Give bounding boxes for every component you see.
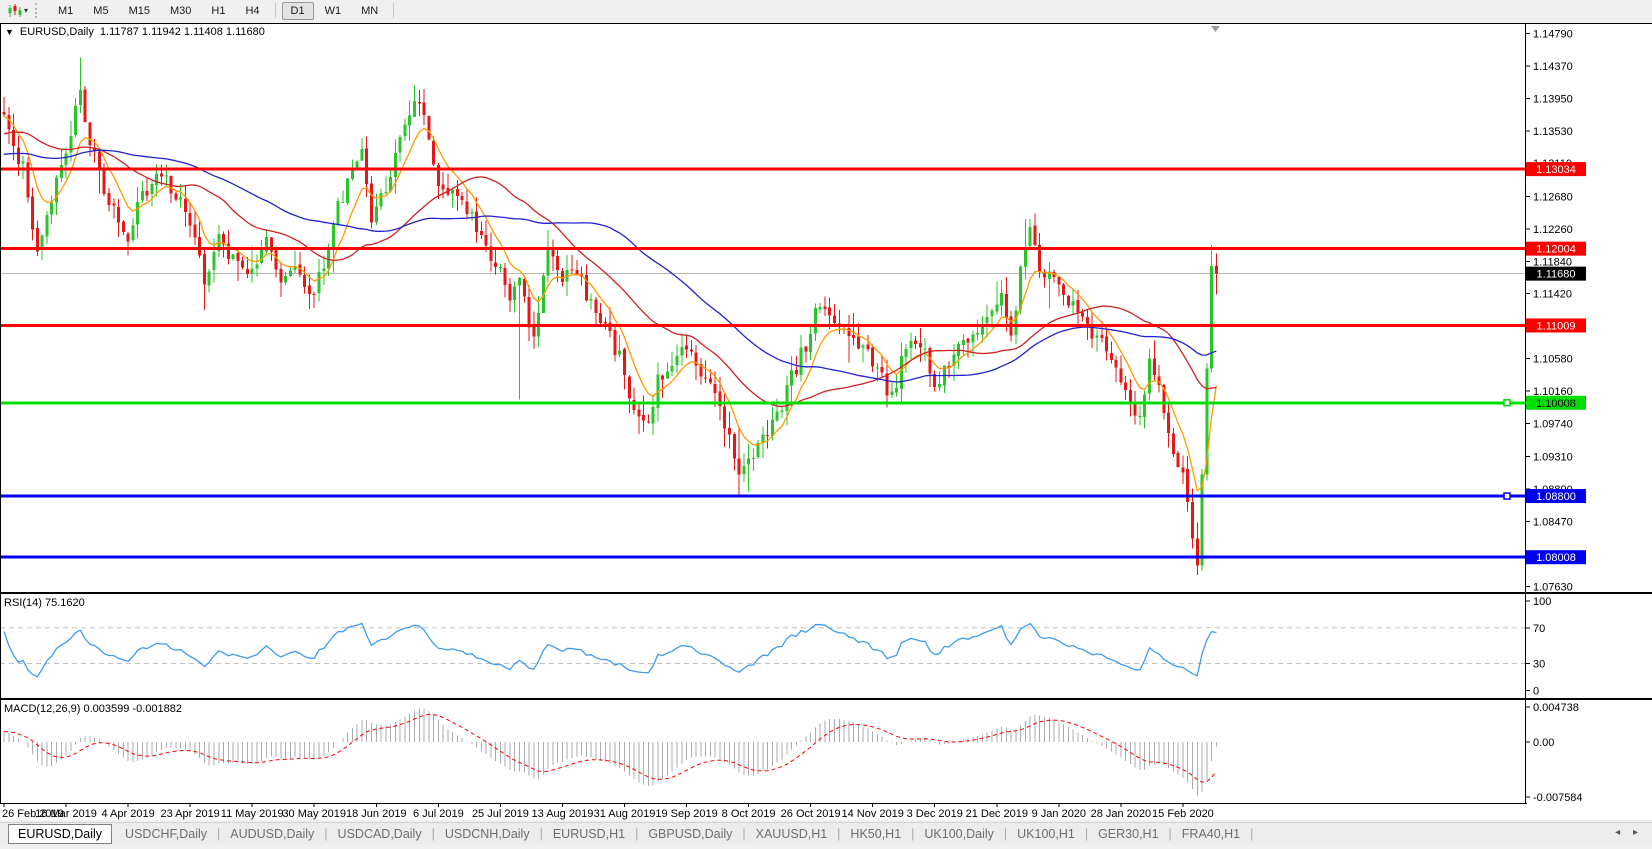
macd-tick-label: -0.007584 [1533, 792, 1583, 804]
rsi-tick-label: 0 [1533, 685, 1539, 697]
price-line-label-text: 1.10008 [1536, 398, 1576, 410]
timeframe-button-W1[interactable]: W1 [316, 2, 351, 20]
date-tick-label: 4 Apr 2019 [101, 808, 154, 820]
tab-scroll-arrows: ◂ ▸ [1605, 827, 1638, 838]
date-tick-label: 8 Oct 2019 [722, 808, 776, 820]
date-tick-label: 16 Mar 2019 [35, 808, 97, 820]
chart-tab-FRA40-H1[interactable]: FRA40,H1 [1173, 825, 1249, 843]
line-handle[interactable] [1504, 400, 1510, 406]
price-tick-label: 1.12680 [1533, 191, 1573, 203]
timeframe-button-M15[interactable]: M15 [120, 2, 159, 20]
date-tick-label: 9 Jan 2020 [1032, 808, 1086, 820]
chevron-down-icon[interactable]: ▾ [24, 6, 28, 15]
price-line-label-text: 1.12004 [1536, 244, 1576, 256]
collapse-triangle-icon[interactable]: ▼ [5, 27, 14, 37]
date-tick-label: 26 Oct 2019 [781, 808, 841, 820]
date-tick-label: 23 Apr 2019 [160, 808, 219, 820]
date-tick-label: 19 Sep 2019 [655, 808, 717, 820]
macd-indicator-label: MACD(12,26,9) 0.003599 -0.001882 [4, 703, 182, 715]
price-line-label-text: 1.13034 [1536, 164, 1576, 176]
macd-panel-divider[interactable] [0, 698, 1652, 700]
chart-symbol-label: EURUSD,Daily [20, 26, 94, 38]
chart-tab-HK50-H1[interactable]: HK50,H1 [841, 825, 910, 843]
timeframe-button-M5[interactable]: M5 [84, 2, 117, 20]
toolbar-drag-handle[interactable] [35, 3, 42, 18]
chart-tab-XAUUSD-H1[interactable]: XAUUSD,H1 [747, 825, 837, 843]
date-tick-label: 18 Jun 2019 [346, 808, 407, 820]
date-tick-label: 28 Jan 2020 [1091, 808, 1152, 820]
chart-tab-EURUSD-Daily[interactable]: EURUSD,Daily [8, 824, 112, 844]
timeframe-button-M1[interactable]: M1 [49, 2, 82, 20]
date-tick-label: 11 May 2019 [221, 808, 284, 820]
chart-type-button[interactable]: ▾ [4, 3, 31, 19]
candlestick-chart-icon [7, 4, 22, 18]
price-tick-label: 1.14370 [1533, 61, 1573, 73]
price-line-label-text: 1.11009 [1537, 320, 1576, 332]
date-tick-label: 15 Feb 2020 [1152, 808, 1214, 820]
rsi-tick-label: 30 [1533, 659, 1545, 671]
price-line-label-text: 1.08800 [1536, 491, 1576, 503]
chart-tab-EURUSD-H1[interactable]: EURUSD,H1 [544, 825, 634, 843]
price-tick-label: 1.13950 [1533, 93, 1573, 105]
current-price-label-text: 1.11680 [1537, 269, 1576, 281]
tab-scroll-right-icon[interactable]: ▸ [1633, 827, 1638, 838]
chart-background [0, 23, 1652, 820]
tab-scroll-left-icon[interactable]: ◂ [1615, 827, 1620, 838]
price-tick-label: 1.09740 [1533, 418, 1573, 430]
timeframe-button-MN[interactable]: MN [352, 2, 387, 20]
status-bar [0, 844, 1652, 849]
price-tick-label: 1.12260 [1533, 224, 1573, 236]
rsi-indicator-label: RSI(14) 75.1620 [4, 597, 85, 609]
timeframe-button-H1[interactable]: H1 [202, 2, 234, 20]
chart-ohlc-values: 1.11787 1.11942 1.11408 1.11680 [100, 26, 265, 38]
date-tick-label: 31 Aug 2019 [594, 808, 656, 820]
price-tick-label: 1.08470 [1533, 517, 1573, 529]
rsi-tick-label: 100 [1533, 596, 1551, 608]
chart-tab-USDCNH-Daily[interactable]: USDCNH,Daily [436, 825, 539, 843]
chart-tab-GBPUSD-Daily[interactable]: GBPUSD,Daily [639, 825, 741, 843]
line-handle[interactable] [1504, 493, 1510, 499]
price-tick-label: 1.13530 [1533, 126, 1573, 138]
price-line-label-text: 1.08008 [1536, 552, 1576, 564]
price-tick-label: 1.11420 [1533, 289, 1572, 301]
price-tick-label: 1.11840 [1533, 256, 1572, 268]
price-tick-label: 1.09310 [1533, 452, 1573, 464]
chart-tab-GER30-H1[interactable]: GER30,H1 [1089, 825, 1167, 843]
date-tick-label: 3 Dec 2019 [907, 808, 963, 820]
chart-tab-UK100-Daily[interactable]: UK100,Daily [915, 825, 1002, 843]
timeframe-button-D1[interactable]: D1 [282, 2, 314, 20]
chart-canvas[interactable]: 1.147901.143701.139501.135301.131101.126… [0, 0, 1652, 822]
macd-tick-label: 0.00 [1533, 737, 1554, 749]
timeframe-button-H4[interactable]: H4 [236, 2, 268, 20]
price-tick-label: 1.07630 [1533, 581, 1573, 593]
price-tick-label: 1.10580 [1533, 354, 1573, 366]
date-tick-label: 30 May 2019 [282, 808, 346, 820]
chart-tab-AUDUSD-Daily[interactable]: AUDUSD,Daily [221, 825, 323, 843]
chart-tab-USDCHF-Daily[interactable]: USDCHF,Daily [116, 825, 216, 843]
tab-divider: | [1249, 827, 1254, 841]
chart-tabs-bar: EURUSD,DailyUSDCHF,Daily|AUDUSD,Daily|US… [0, 822, 1652, 844]
macd-tick-label: 0.004738 [1533, 702, 1579, 714]
chart-tabs: EURUSD,DailyUSDCHF,Daily|AUDUSD,Daily|US… [0, 824, 1254, 844]
chart-tab-UK100-H1[interactable]: UK100,H1 [1008, 825, 1084, 843]
price-tick-label: 1.14790 [1533, 29, 1573, 41]
timeframe-button-M30[interactable]: M30 [161, 2, 200, 20]
chart-tab-USDCAD-Daily[interactable]: USDCAD,Daily [329, 825, 431, 843]
date-tick-label: 25 Jul 2019 [472, 808, 529, 820]
rsi-panel-divider[interactable] [0, 592, 1652, 594]
date-tick-label: 14 Nov 2019 [841, 808, 903, 820]
timeframe-button-group: M1M5M15M30H1H4 D1W1MN [48, 2, 399, 20]
rsi-tick-label: 70 [1533, 623, 1545, 635]
top-toolbar: ▾ M1M5M15M30H1H4 D1W1MN [0, 0, 1652, 21]
date-tick-label: 13 Aug 2019 [532, 808, 594, 820]
chart-title: ▼ EURUSD,Daily 1.11787 1.11942 1.11408 1… [5, 26, 265, 38]
date-tick-label: 6 Jul 2019 [413, 808, 464, 820]
date-tick-label: 21 Dec 2019 [966, 808, 1028, 820]
